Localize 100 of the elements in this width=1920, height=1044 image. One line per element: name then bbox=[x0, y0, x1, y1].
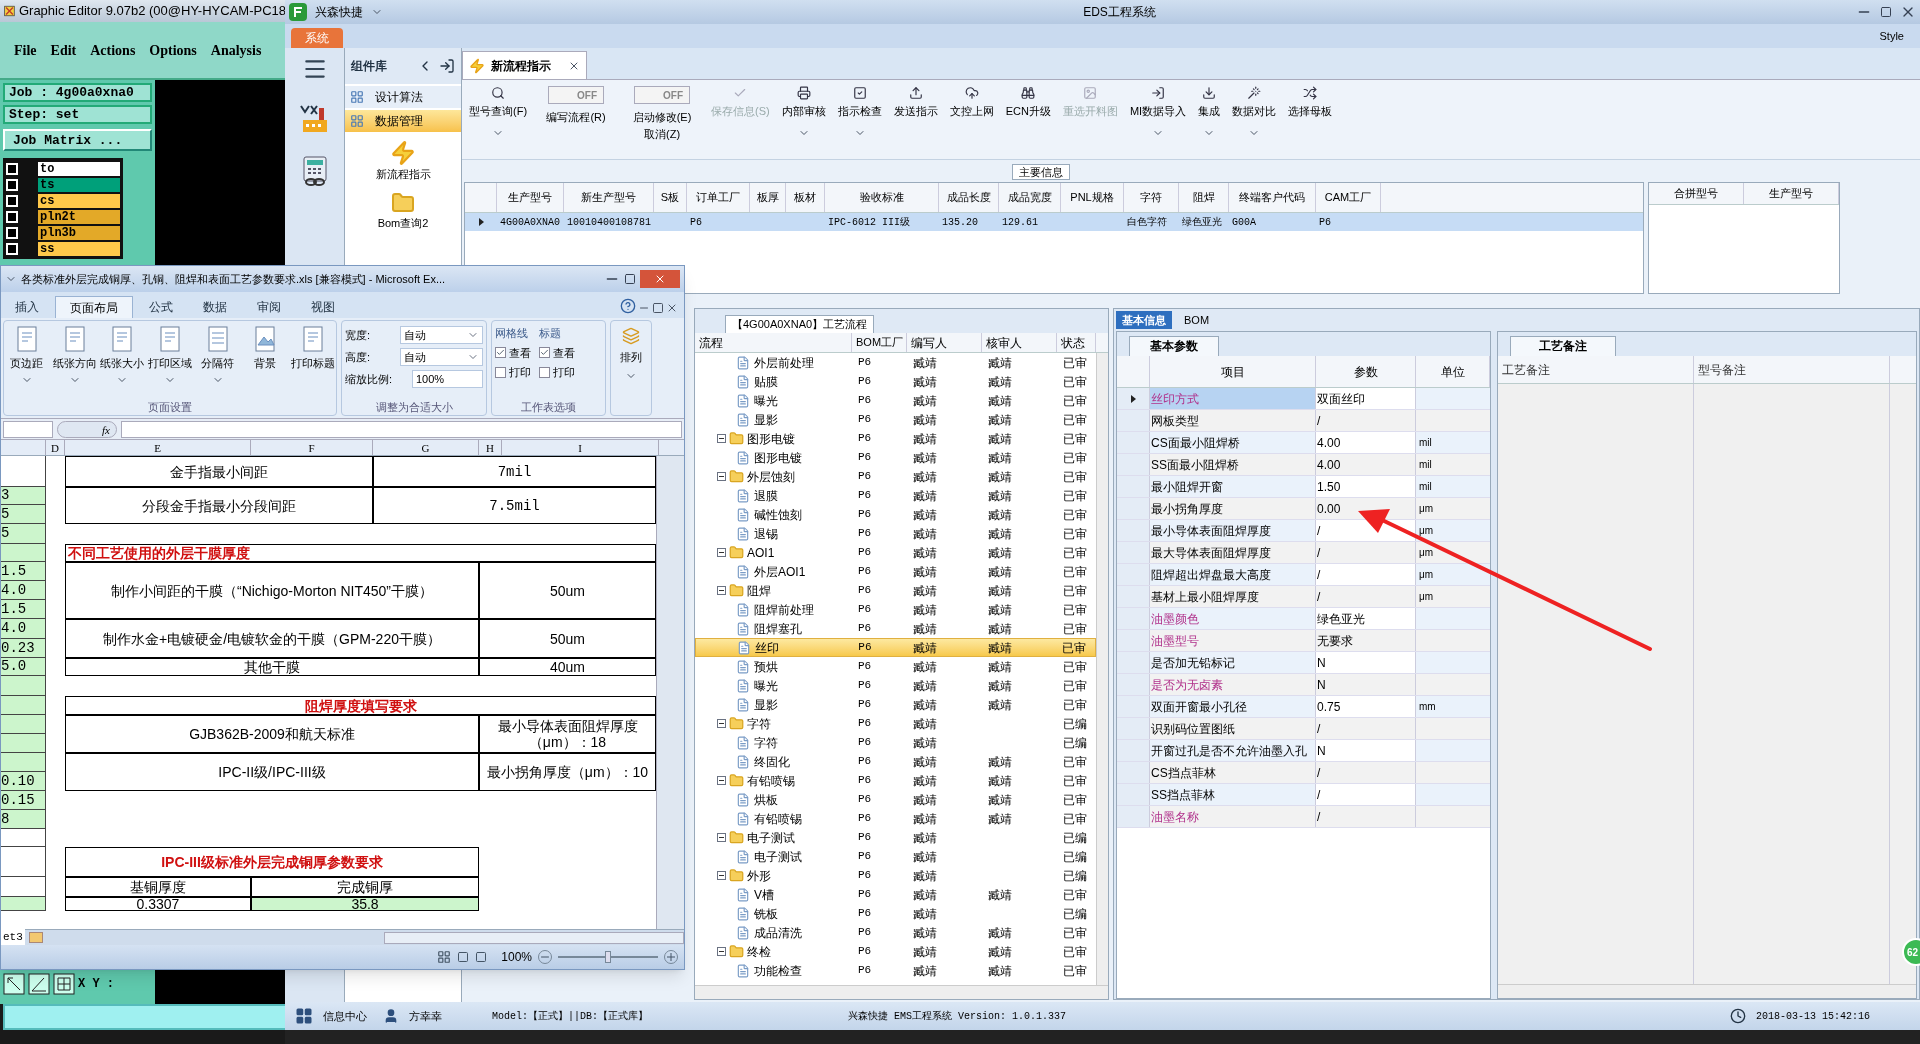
height-field[interactable]: 自动 bbox=[400, 348, 483, 366]
zoom-slider[interactable] bbox=[558, 951, 658, 963]
column-header[interactable]: 工艺备注 bbox=[1498, 356, 1694, 383]
ribbon-button[interactable]: 背景 bbox=[242, 325, 289, 399]
column-header[interactable]: 阻焊 bbox=[1179, 183, 1229, 212]
collapse-icon[interactable] bbox=[717, 548, 726, 557]
toolbar-button[interactable]: 集成 bbox=[1195, 86, 1224, 139]
info-tab[interactable]: 基本信息 bbox=[1116, 311, 1172, 329]
process-row[interactable]: 图形电镀 P6 臧靖 臧靖 已审 bbox=[695, 429, 1096, 448]
param-row[interactable]: 最小阻焊开窗 1.50 mil bbox=[1117, 476, 1490, 498]
ribbon-button[interactable]: 分隔符 bbox=[194, 325, 241, 399]
collapse-icon[interactable] bbox=[717, 776, 726, 785]
style-menu[interactable]: Style bbox=[1879, 27, 1904, 44]
process-row[interactable]: 碱性蚀刻 P6 臧靖 臧靖 已审 bbox=[695, 505, 1096, 524]
document-tab[interactable]: 新流程指示 bbox=[462, 51, 587, 79]
job-matrix-button[interactable]: Job Matrix ... bbox=[3, 129, 152, 151]
param-row[interactable]: 丝印方式 双面丝印 bbox=[1117, 388, 1490, 410]
section-tab[interactable]: 基本参数 bbox=[1129, 336, 1219, 356]
column-header[interactable]: 参数 bbox=[1316, 356, 1416, 387]
column-header[interactable]: 编写人 bbox=[907, 333, 982, 352]
param-row[interactable]: 双面开窗最小孔径 0.75 mm bbox=[1117, 696, 1490, 718]
ribbon-tab[interactable]: 数据 bbox=[189, 296, 241, 318]
param-row[interactable]: 油墨型号 无要求 bbox=[1117, 630, 1490, 652]
process-row[interactable]: 丝印 P6 臧靖 臧靖 已审 bbox=[695, 638, 1096, 657]
layer-checkbox[interactable] bbox=[6, 226, 18, 239]
param-row[interactable]: 最小拐角厚度 0.00 μm bbox=[1117, 498, 1490, 520]
angle-tool-icon[interactable] bbox=[28, 973, 50, 995]
formula-field[interactable] bbox=[121, 420, 682, 438]
help-icon[interactable] bbox=[620, 298, 636, 314]
collapse-icon[interactable] bbox=[717, 472, 726, 481]
layer-name[interactable]: to bbox=[38, 161, 120, 176]
process-row[interactable]: 终检 P6 臧靖 臧靖 已审 bbox=[695, 942, 1096, 961]
toolbar-button[interactable]: 选择母板 bbox=[1285, 86, 1336, 127]
collapse-icon[interactable] bbox=[717, 719, 726, 728]
maximize-icon[interactable] bbox=[624, 273, 636, 285]
info-center-icon[interactable] bbox=[295, 1007, 313, 1025]
param-row[interactable]: SS挡点菲林 / bbox=[1117, 784, 1490, 806]
process-row[interactable]: 曝光 P6 臧靖 臧靖 已审 bbox=[695, 391, 1096, 410]
column-header[interactable]: D bbox=[46, 440, 65, 455]
panel-item[interactable]: 设计算法 bbox=[345, 86, 461, 108]
layer-checkbox[interactable] bbox=[6, 178, 18, 191]
toolbar-button[interactable]: 数据对比 bbox=[1229, 86, 1280, 139]
ribbon-button[interactable]: 页边距 bbox=[4, 325, 50, 399]
layer-checkbox[interactable] bbox=[6, 194, 18, 207]
param-row[interactable]: 油墨颜色 绿色亚光 bbox=[1117, 608, 1490, 630]
toolbar-button[interactable]: MI数据导入 bbox=[1126, 86, 1190, 139]
process-row[interactable]: 铣板 P6 臧靖 已编 bbox=[695, 904, 1096, 923]
calculator-icon[interactable] bbox=[300, 156, 329, 186]
process-row[interactable]: 功能检查 P6 臧靖 臧靖 已审 bbox=[695, 961, 1096, 980]
process-row[interactable]: 贴膜 P6 臧靖 臧靖 已审 bbox=[695, 372, 1096, 391]
process-row[interactable]: 有铅喷锡 P6 臧靖 臧靖 已审 bbox=[695, 809, 1096, 828]
collapse-icon[interactable] bbox=[717, 833, 726, 842]
layer-name[interactable]: pln3b bbox=[38, 225, 120, 240]
layer-name[interactable]: ts bbox=[38, 177, 120, 192]
ribbon-tab[interactable]: 插入 bbox=[1, 296, 53, 318]
column-header[interactable]: 合拼型号 bbox=[1649, 183, 1744, 204]
layer-name[interactable]: pln2t bbox=[38, 209, 120, 224]
function-button[interactable]: fx bbox=[57, 420, 117, 438]
process-row[interactable]: AOI1 P6 臧靖 臧靖 已审 bbox=[695, 543, 1096, 562]
column-header[interactable]: 项目 bbox=[1150, 356, 1316, 387]
column-header[interactable]: 板材 bbox=[786, 183, 825, 212]
column-header[interactable]: 状态 bbox=[1057, 333, 1096, 352]
process-row[interactable]: 显影 P6 臧靖 臧靖 已审 bbox=[695, 410, 1096, 429]
process-row[interactable]: 阻焊前处理 P6 臧靖 臧靖 已审 bbox=[695, 600, 1096, 619]
maximize-icon[interactable] bbox=[1880, 6, 1892, 18]
close-icon[interactable] bbox=[666, 302, 678, 314]
process-row[interactable]: 外层蚀刻 P6 臧靖 臧靖 已审 bbox=[695, 467, 1096, 486]
column-header[interactable]: 新生产型号 bbox=[564, 183, 654, 212]
layer-name[interactable]: cs bbox=[38, 193, 120, 208]
menu-item[interactable]: Analysis bbox=[210, 39, 262, 61]
column-header[interactable]: 核审人 bbox=[982, 333, 1057, 352]
layer-name[interactable]: ss bbox=[38, 241, 120, 256]
column-header[interactable]: E bbox=[65, 440, 251, 455]
process-row[interactable]: 图形电镀 P6 臧靖 臧靖 已审 bbox=[695, 448, 1096, 467]
column-header[interactable]: 字符 bbox=[1124, 183, 1179, 212]
ribbon-button[interactable]: 纸张方向 bbox=[51, 325, 98, 399]
collapse-icon[interactable] bbox=[717, 947, 726, 956]
shortcut-item[interactable]: Bom查询2 bbox=[345, 190, 461, 231]
column-header[interactable]: 终端客户代码 bbox=[1229, 183, 1316, 212]
param-row[interactable]: 识别码位置图纸 / bbox=[1117, 718, 1490, 740]
column-header[interactable]: G bbox=[373, 440, 479, 455]
column-header[interactable]: 型号备注 bbox=[1694, 356, 1890, 383]
column-header[interactable]: 订单工厂 bbox=[687, 183, 750, 212]
column-header[interactable]: 成品宽度 bbox=[999, 183, 1061, 212]
process-row[interactable]: 电子测试 P6 臧靖 已编 bbox=[695, 828, 1096, 847]
toolbar-button[interactable]: 指示检查 bbox=[834, 86, 885, 139]
process-row[interactable]: 烘板 P6 臧靖 臧靖 已审 bbox=[695, 790, 1096, 809]
panel-item[interactable]: 数据管理 bbox=[345, 110, 461, 132]
param-row[interactable]: 基材上最小阻焊厚度 / μm bbox=[1117, 586, 1490, 608]
column-header[interactable]: 板厚 bbox=[750, 183, 786, 212]
toolbar-button[interactable]: 发送指示 bbox=[890, 86, 941, 127]
scrollbar[interactable] bbox=[656, 456, 684, 929]
menu-item[interactable]: Edit bbox=[50, 39, 77, 61]
column-header[interactable]: BOM工厂 bbox=[852, 333, 907, 352]
process-row[interactable]: V槽 P6 臧靖 臧靖 已审 bbox=[695, 885, 1096, 904]
column-header[interactable]: 生产型号 bbox=[497, 183, 564, 212]
ribbon-button[interactable]: 纸张大小 bbox=[99, 325, 146, 399]
collapse-icon[interactable] bbox=[717, 871, 726, 880]
checkbox[interactable]: 查看 bbox=[539, 344, 575, 361]
process-row[interactable]: 阻焊 P6 臧靖 臧靖 已审 bbox=[695, 581, 1096, 600]
